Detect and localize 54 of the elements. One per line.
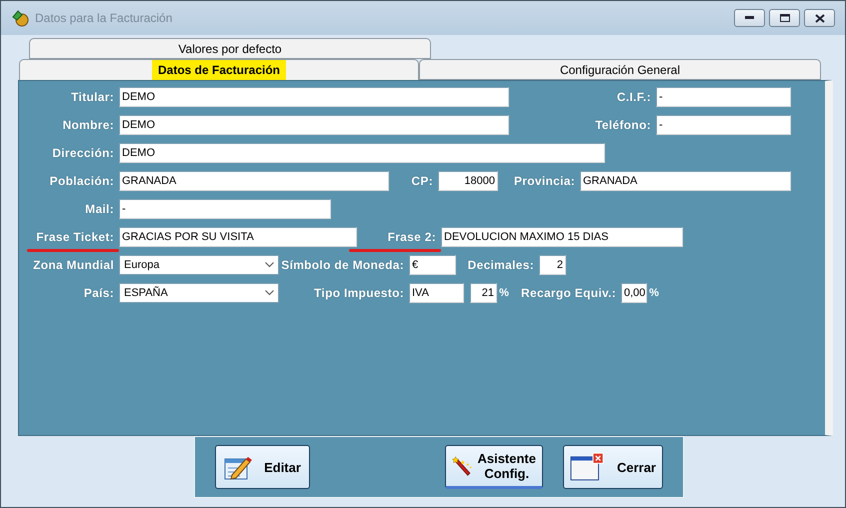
input-field[interactable]: GRACIAS POR SU VISITA — [119, 227, 357, 247]
field-label: Decimales: — [468, 258, 534, 272]
action-button[interactable]: Asistente Config. — [445, 445, 543, 489]
dropdown[interactable]: Europa — [119, 255, 279, 275]
app-icon — [11, 9, 29, 27]
field-label: Tipo Impuesto: — [314, 286, 404, 300]
field-label: C.I.F.: — [616, 90, 651, 104]
minimize-button[interactable] — [734, 9, 765, 27]
input-field[interactable]: GRANADA — [580, 171, 791, 191]
dropdown[interactable]: ESPAÑA — [119, 283, 279, 303]
input-field[interactable]: 2 — [539, 255, 566, 275]
input-field[interactable]: 21 — [470, 283, 497, 303]
unit-label: % — [648, 287, 660, 299]
field-label: Dirección: — [52, 146, 114, 160]
input-field[interactable]: - — [656, 87, 791, 107]
close-button[interactable] — [804, 9, 835, 27]
tab[interactable]: Configuración General — [419, 59, 821, 80]
action-button[interactable]: Cerrar — [563, 445, 663, 489]
field-label: Símbolo de Moneda: — [281, 258, 404, 272]
field-label: Recargo Equiv.: — [521, 286, 616, 300]
minimize-icon — [745, 16, 754, 20]
close-icon — [814, 14, 824, 22]
input-field[interactable]: DEVOLUCION MAXIMO 15 DIAS — [441, 227, 683, 247]
input-field[interactable]: DEMO — [119, 115, 509, 135]
input-field[interactable]: DEMO — [119, 143, 605, 163]
field-label: Población: — [50, 174, 114, 188]
action-button[interactable]: Editar — [215, 445, 310, 489]
input-field[interactable]: 18000 — [438, 171, 498, 191]
input-field[interactable]: GRANADA — [119, 171, 389, 191]
field-label: Nombre: — [62, 118, 114, 132]
field-label: Zona Mundial — [33, 258, 114, 272]
unit-label: % — [498, 287, 510, 299]
input-field[interactable]: DEMO — [119, 87, 509, 107]
chevron-down-icon — [265, 262, 274, 268]
maximize-button[interactable] — [769, 9, 800, 27]
window-close-icon — [570, 451, 605, 483]
field-label: Frase 2: — [388, 230, 436, 244]
field-label: Provincia: — [514, 174, 575, 188]
tab[interactable]: Datos de Facturación — [19, 59, 419, 80]
maximize-icon — [780, 14, 790, 22]
input-field[interactable]: € — [409, 255, 456, 275]
input-field[interactable]: - — [119, 199, 331, 219]
input-field[interactable]: IVA — [409, 283, 464, 303]
tab[interactable]: Valores por defecto — [29, 38, 431, 59]
input-field[interactable]: - — [656, 115, 791, 135]
field-label: Frase Ticket: — [36, 230, 114, 244]
field-label: País: — [84, 286, 114, 300]
window-title: Datos para la Facturación — [35, 11, 174, 25]
field-label: Titular: — [71, 90, 114, 104]
field-label: Mail: — [85, 202, 114, 216]
input-field[interactable]: 0,00 — [621, 283, 647, 303]
field-label: CP: — [411, 174, 433, 188]
chevron-down-icon — [265, 290, 274, 296]
field-label: Teléfono: — [595, 118, 651, 132]
